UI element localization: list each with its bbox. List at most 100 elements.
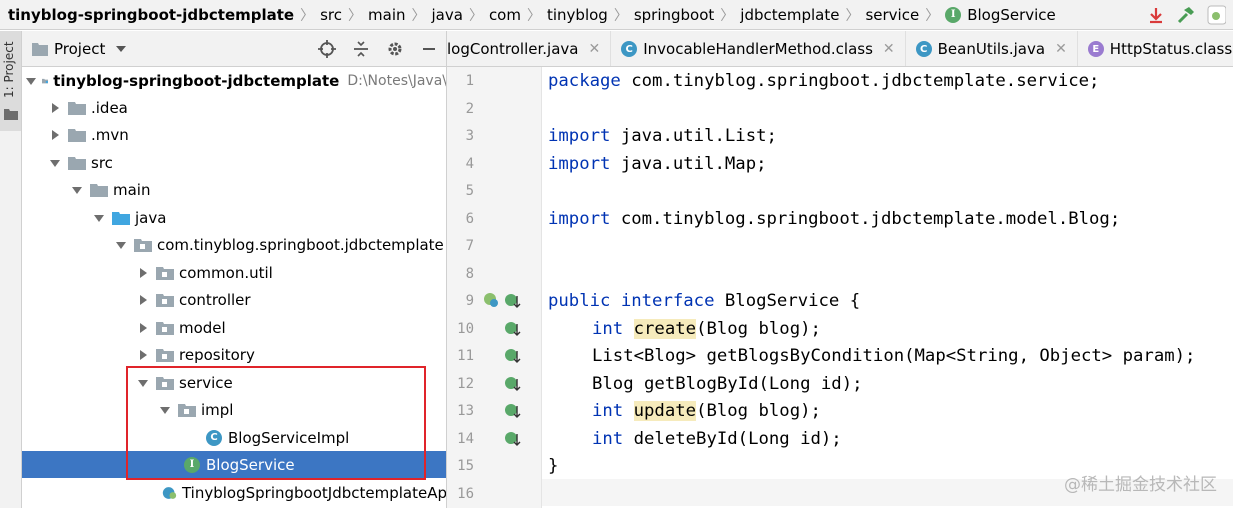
settings-button[interactable] <box>378 31 412 67</box>
collapse-all-button[interactable] <box>344 31 378 67</box>
left-tool-stripe: 1: Project <box>0 31 22 508</box>
line-number: 5 <box>465 182 474 199</box>
collapsed-arrow-icon[interactable] <box>136 321 150 335</box>
breadcrumb-com[interactable]: com <box>489 6 521 24</box>
collapsed-arrow-icon[interactable] <box>136 293 150 307</box>
editor-tabs: logController.java ✕ C InvocableHandlerM… <box>447 31 1233 67</box>
breadcrumb-separator-icon: 〉 <box>925 7 940 24</box>
tree-item-repository[interactable]: repository <box>22 341 446 368</box>
breadcrumb-separator-icon: 〉 <box>720 7 735 24</box>
tree-item-controller[interactable]: controller <box>22 286 446 313</box>
tab-invocablehandlermethod[interactable]: C InvocableHandlerMethod.class ✕ <box>611 31 906 66</box>
overridden-gutter-icon[interactable] <box>504 375 522 393</box>
watermark: @稀土掘金技术社区 <box>1064 475 1217 495</box>
code-line[interactable]: public interface BlogService { <box>548 287 860 314</box>
implemented-gutter-icon[interactable] <box>482 291 500 309</box>
breadcrumb-project[interactable]: tinyblog-springboot-jdbctemplate <box>8 6 294 24</box>
close-icon[interactable]: ✕ <box>588 41 600 57</box>
package-icon <box>156 266 174 280</box>
tree-item-mvn[interactable]: .mvn <box>22 121 446 148</box>
chevron-down-icon[interactable] <box>115 45 127 53</box>
expanded-arrow-icon[interactable] <box>48 156 62 170</box>
tree-item-model[interactable]: model <box>22 314 446 341</box>
project-panel-header: Project <box>22 31 446 67</box>
code-line[interactable]: Blog getBlogById(Long id); <box>592 370 863 397</box>
package-icon <box>156 293 174 307</box>
project-view-title[interactable]: Project <box>54 40 105 58</box>
folder-icon <box>68 128 86 142</box>
overridden-gutter-icon[interactable] <box>504 292 522 310</box>
overridden-gutter-icon[interactable] <box>504 402 522 420</box>
package-icon <box>156 348 174 362</box>
collapsed-arrow-icon[interactable] <box>136 348 150 362</box>
tree-item-application-class[interactable]: TinyblogSpringbootJdbctemplateAp <box>22 479 446 506</box>
code-line[interactable]: List<Blog> getBlogsByCondition(Map<Strin… <box>592 342 1195 369</box>
code-editor[interactable]: package com.tinyblog.springboot.jdbctemp… <box>542 67 1233 508</box>
code-line[interactable]: import java.util.List; <box>548 122 777 149</box>
overridden-gutter-icon[interactable] <box>504 430 522 448</box>
class-icon: C <box>621 41 638 57</box>
tree-item-java[interactable]: java <box>22 204 446 231</box>
expanded-arrow-icon[interactable] <box>92 211 106 225</box>
tree-item-project-root[interactable]: tinyblog-springboot-jdbctemplate D:\Note… <box>22 67 446 94</box>
collapsed-arrow-icon[interactable] <box>48 128 62 142</box>
locate-file-button[interactable] <box>310 31 344 67</box>
breadcrumb-tinyblog[interactable]: tinyblog <box>547 6 608 24</box>
line-number: 15 <box>457 457 474 474</box>
interface-icon: I <box>945 6 962 23</box>
code-line[interactable]: int create (Blog blog); <box>592 315 821 342</box>
editor-gutter: 1 2 3 4 5 6 7 8 9 10 11 12 13 14 15 16 <box>447 67 542 508</box>
folder-icon <box>68 156 86 170</box>
gear-icon <box>388 42 402 56</box>
code-line[interactable]: import java.util.Map; <box>548 150 767 177</box>
line-number: 3 <box>465 127 474 144</box>
line-number: 1 <box>465 72 474 89</box>
tab-beanutils[interactable]: C BeanUtils.java ✕ <box>906 31 1078 66</box>
tree-item-idea[interactable]: .idea <box>22 94 446 121</box>
code-line[interactable]: int deleteById(Long id); <box>592 425 842 452</box>
package-icon <box>156 321 174 335</box>
download-arrow-icon <box>1150 8 1162 24</box>
collapsed-arrow-icon[interactable] <box>48 101 62 115</box>
tree-item-main[interactable]: main <box>22 176 446 203</box>
tree-item-src[interactable]: src <box>22 149 446 176</box>
folder-icon <box>4 109 18 120</box>
tree-item-base-package[interactable]: com.tinyblog.springboot.jdbctemplate <box>22 231 446 258</box>
breadcrumb-main[interactable]: main <box>368 6 405 24</box>
line-number: 9 <box>465 292 474 309</box>
tab-httpstatus[interactable]: E HttpStatus.class ✕ <box>1078 31 1233 66</box>
breadcrumb-separator-icon: 〉 <box>845 7 860 24</box>
overridden-gutter-icon[interactable] <box>504 347 522 365</box>
tree-item-common-util[interactable]: common.util <box>22 259 446 286</box>
close-icon[interactable]: ✕ <box>1055 41 1067 57</box>
enum-icon: E <box>1087 41 1104 57</box>
line-number: 13 <box>457 402 474 419</box>
tab-blogcontroller[interactable]: logController.java ✕ <box>447 31 612 66</box>
breadcrumb-springboot[interactable]: springboot <box>634 6 714 24</box>
breadcrumb-blogservice[interactable]: I BlogService <box>945 6 1056 24</box>
expanded-arrow-icon[interactable] <box>114 238 128 252</box>
project-tool-window-button[interactable]: 1: Project <box>0 31 21 131</box>
breadcrumb-service[interactable]: service <box>865 6 919 24</box>
code-line[interactable]: package com.tinyblog.springboot.jdbctemp… <box>548 67 1099 94</box>
run-config-button[interactable] <box>1203 2 1229 28</box>
code-line[interactable]: } <box>548 452 558 479</box>
breadcrumb-separator-icon: 〉 <box>468 7 483 24</box>
breadcrumb-src[interactable]: src <box>320 6 342 24</box>
overridden-gutter-icon[interactable] <box>504 320 522 338</box>
line-number: 10 <box>457 320 474 337</box>
download-sources-button[interactable] <box>1143 2 1169 28</box>
hide-panel-button[interactable] <box>412 31 446 67</box>
expanded-arrow-icon[interactable] <box>26 74 36 88</box>
code-line[interactable]: int update (Blog blog); <box>592 397 821 424</box>
close-icon[interactable]: ✕ <box>883 41 895 57</box>
build-button[interactable] <box>1173 2 1199 28</box>
breadcrumb-jdbctemplate[interactable]: jdbctemplate <box>740 6 839 24</box>
collapsed-arrow-icon[interactable] <box>136 266 150 280</box>
line-number: 14 <box>457 430 474 447</box>
line-number: 7 <box>465 237 474 254</box>
breadcrumb-java[interactable]: java <box>432 6 463 24</box>
expanded-arrow-icon[interactable] <box>70 183 84 197</box>
minimize-icon <box>423 48 435 50</box>
code-line[interactable]: import com.tinyblog.springboot.jdbctempl… <box>548 205 1120 232</box>
